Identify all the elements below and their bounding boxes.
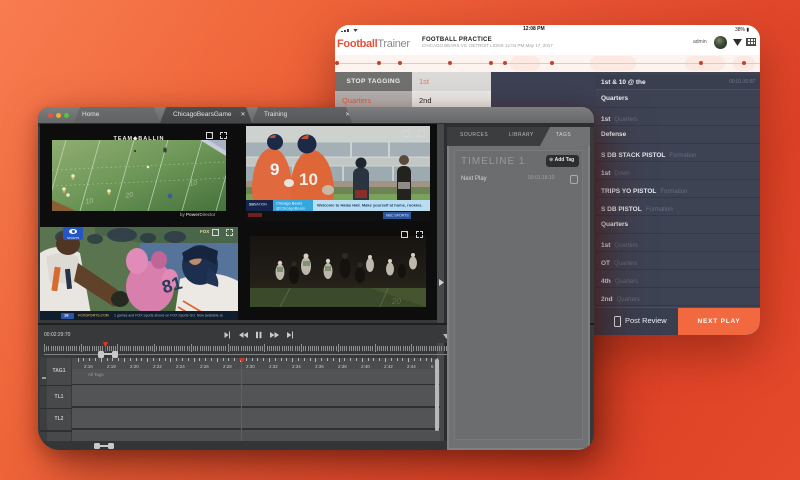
svg-text:9: 9 — [270, 160, 279, 179]
svg-text:10: 10 — [299, 170, 318, 189]
svg-text:20: 20 — [391, 297, 401, 306]
